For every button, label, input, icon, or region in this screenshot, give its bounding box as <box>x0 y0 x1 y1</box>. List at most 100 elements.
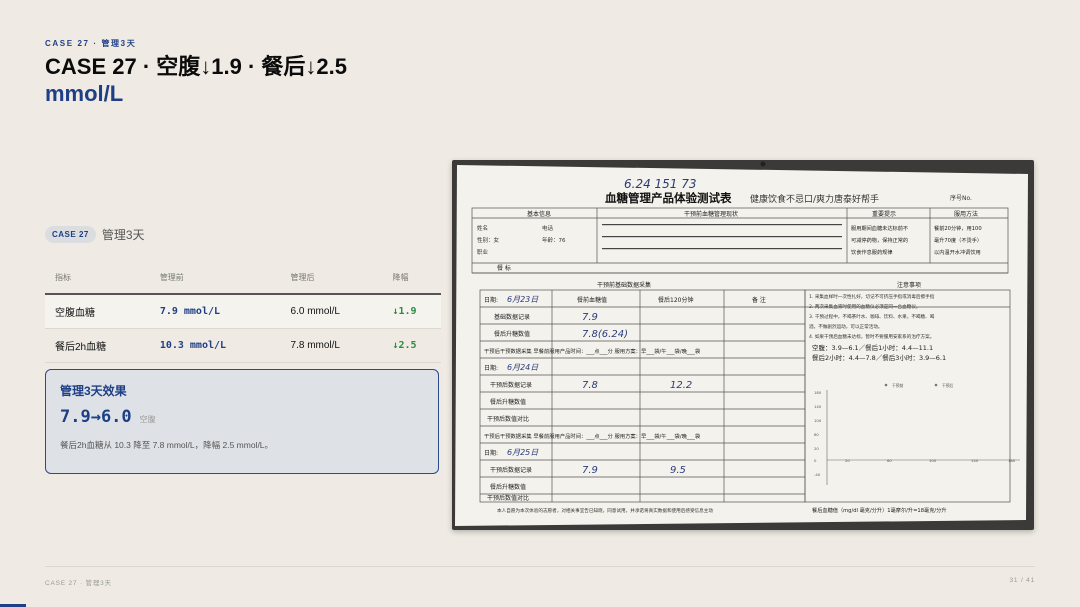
section-pre: 干预前血糖管理现状 <box>684 210 738 218</box>
method-line-3: 以内温开水冲调饮用 <box>934 248 981 256</box>
field-job: 职业 <box>477 248 489 256</box>
col-fasting: 餐前血糖值 <box>577 296 607 304</box>
chart-y-5: 100 <box>814 418 822 423</box>
page-number: 31 / 41 <box>1009 577 1035 584</box>
method-line-1: 餐前20分钟，用100 <box>934 224 982 232</box>
metric-before: 10.3 mmol/L <box>149 328 281 363</box>
meal-row-label: 餐 标 <box>497 264 511 272</box>
reference-1: 空腹：3.9—6.1／餐后1小时：4.4—11.1 <box>812 343 933 352</box>
effect-title: 管理3天效果 <box>60 384 127 398</box>
chart-y-1: 180 <box>814 390 822 395</box>
section-notes: 注意事项 <box>897 281 921 289</box>
field-phone: 电话 <box>542 224 554 232</box>
field-age: 年龄：76 <box>542 236 566 244</box>
field-gender: 性别：女 <box>477 236 500 244</box>
metrics-table: 指标 管理前 管理后 降幅 空腹血糖 7.9 mmol/L 6.0 mmol/L… <box>45 266 441 363</box>
form-slogan: 健康饮食不忌口/爽力唐泰好帮手 <box>750 193 879 205</box>
chart-legend-2: 干预后 <box>942 383 954 388</box>
col-remark: 备 注 <box>752 296 766 304</box>
row-rise: 餐后升糖数值 <box>494 330 530 338</box>
metric-drop: ↓1.9 <box>382 294 441 329</box>
day1-fasting: 7.9 <box>582 312 598 323</box>
col-after: 餐后120分钟 <box>658 296 693 304</box>
note-3: 3. 干预过程中，不喝茶叶水、咖啡、饮料、水果，不喝糖、喝 <box>809 313 935 320</box>
form-footer: 本人自愿为本次体验的志愿者，对相关事宜告已知晓，同意试用，并承诺将真实数据和使用… <box>497 507 713 514</box>
metric-after: 7.8 mmol/L <box>280 328 383 363</box>
chart-x-5: 100 <box>929 458 937 463</box>
day2-date: 6月24日 <box>507 363 539 372</box>
eyebrow: CASE 27 · 管理3天 <box>45 39 137 48</box>
footer-divider <box>45 566 1035 567</box>
footer-left: CASE 27 · 管理3天 <box>45 580 112 587</box>
reference-2: 餐后2小时：4.4—7.8／餐后3小时：3.9—6.1 <box>812 353 946 362</box>
chart-x-3: 60 <box>887 458 892 463</box>
row-record-2: 干预后数据记录 <box>490 381 532 389</box>
day3-date: 6月25日 <box>507 448 539 457</box>
row-record-3: 干预后数据记录 <box>490 466 532 474</box>
table-row: 空腹血糖 7.9 mmol/L 6.0 mmol/L ↓1.9 <box>45 294 441 329</box>
chart-legend-1: 干预前 <box>892 383 904 388</box>
chart-y-3: 140 <box>814 404 822 409</box>
note-2: 2. 两次采集血液时使用的血糖仪必须是同一台血糖仪。 <box>809 303 921 310</box>
row-cmp-3: 干预后数值对比 <box>487 494 529 502</box>
col-after: 管理后 <box>280 266 383 295</box>
section-method: 服用方法 <box>954 210 978 218</box>
note-4: 酒，不做剧烈运动，可以正常活动。 <box>809 323 883 330</box>
note-1: 1. 采集血样时一次性扎好，切记不可挤压手指或消毒后擦手指 <box>809 293 935 300</box>
day2-fasting: 7.8 <box>582 380 598 391</box>
col-before: 管理前 <box>149 266 281 295</box>
chart-y-12: -40 <box>814 472 821 477</box>
chart-x-9: 180 <box>1008 458 1016 463</box>
effect-value: 7.9→6.0 <box>60 407 132 427</box>
metric-before: 7.9 mmol/L <box>149 294 281 329</box>
hint-line-3: 饮食作息服药规律 <box>851 248 893 256</box>
section-data: 干预前基础数据采集 <box>597 281 651 289</box>
page-title: CASE 27 · 空腹↓1.9 · 餐后↓2.5 <box>45 54 347 79</box>
chart-x-1: 20 <box>845 458 850 463</box>
handwritten-note: 6.24 151 73 <box>624 177 697 191</box>
field-name: 姓名 <box>477 224 488 232</box>
day3-after: 9.5 <box>670 465 686 476</box>
day2-after: 12.2 <box>670 380 692 391</box>
metric-name: 空腹血糖 <box>45 294 150 329</box>
day1-after: 7.8(6.24) <box>582 329 628 340</box>
page-title-unit: mmol/L <box>45 81 124 106</box>
table-row: 餐后2h血糖 10.3 mmol/L 7.8 mmol/L ↓2.5 <box>45 328 441 363</box>
row-cmp-2: 干预后数值对比 <box>487 415 529 423</box>
collection-row: 干预后干预数据采集 早餐前服用产品时间：___点___分 服用方案：早___袋/… <box>484 347 701 355</box>
metric-name: 餐后2h血糖 <box>45 328 150 363</box>
chart-y-7: 60 <box>814 432 819 437</box>
form-serial: 序号No. <box>950 194 972 202</box>
case-row: CASE 27 管理3天 <box>45 226 145 243</box>
chart-units: 餐后血糖值（mg/dl 毫克/分升）1毫摩尔/升=18毫克/分升 <box>812 506 947 514</box>
form-title: 血糖管理产品体验测试表 <box>605 191 732 205</box>
col-metric: 指标 <box>45 266 150 295</box>
day1-date-label: 日期: <box>484 296 498 304</box>
row-rise-2: 餐后升糖数值 <box>490 398 526 406</box>
effect-sub: 空腹 <box>139 415 156 424</box>
hint-line-2: 可减停药物，保持正常的 <box>851 236 908 244</box>
effect-card: 管理3天效果 7.9→6.0 空腹 餐后2h血糖从 10.3 降至 7.8 mm… <box>45 369 439 474</box>
row-rise-3: 餐后升糖数值 <box>490 483 526 491</box>
day3-fasting: 7.9 <box>582 465 598 476</box>
section-hint: 重要提示 <box>872 210 896 218</box>
metric-after: 6.0 mmol/L <box>280 294 383 329</box>
day3-date-label: 日期: <box>484 449 498 457</box>
form-photo: 6.24 151 73 血糖管理产品体验测试表 健康饮食不忌口/爽力唐泰好帮手 … <box>452 160 1034 530</box>
basic-info-label: 基本信息 <box>527 210 551 218</box>
chart-y-9: 20 <box>814 446 819 451</box>
case-badge: CASE 27 <box>45 226 96 243</box>
method-line-2: 毫升70度（不烫手） <box>934 236 982 244</box>
table-header-row: 指标 管理前 管理后 降幅 <box>45 266 441 295</box>
day2-date-label: 日期: <box>484 364 498 372</box>
case-label: 管理3天 <box>101 228 145 242</box>
metric-drop: ↓2.5 <box>382 328 441 363</box>
effect-description: 餐后2h血糖从 10.3 降至 7.8 mmol/L，降幅 2.5 mmol/L… <box>60 440 274 450</box>
row-record: 基础数据记录 <box>494 313 530 321</box>
effect-value-row: 7.9→6.0 空腹 <box>60 407 424 427</box>
chart-x-7: 140 <box>971 458 979 463</box>
hint-line-1: 服用期间血糖未达标前不 <box>851 224 908 232</box>
note-5: 4. 如果干预后血糖未达标，暂时不要服用安家系的治疗方案。 <box>809 333 934 340</box>
collection-row-2: 干预后干预数据采集 早餐前服用产品时间：___点___分 服用方案：早___袋/… <box>484 432 701 440</box>
col-drop: 降幅 <box>382 266 441 295</box>
